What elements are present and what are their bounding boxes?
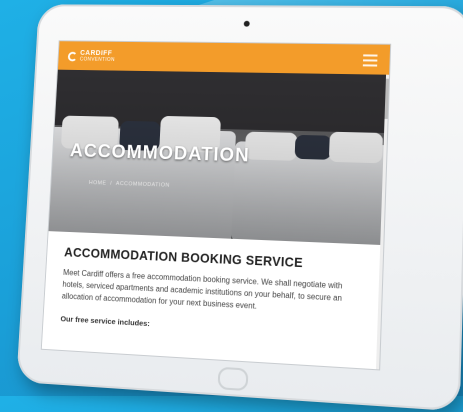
site-logo[interactable]: CARDIFF CONVENTION [67, 50, 116, 63]
logo-mark-icon [67, 51, 78, 61]
scrollbar-thumb[interactable] [384, 78, 389, 119]
breadcrumb-separator: / [110, 180, 113, 187]
main-content: ACCOMMODATION BOOKING SERVICE Meet Cardi… [43, 231, 383, 341]
home-button[interactable] [217, 366, 249, 392]
hero-banner: ACCOMMODATION HOME / ACCOMMODATION [48, 69, 390, 246]
tablet-screen: CARDIFF CONVENTION ACCOMMODATION HOME / [40, 40, 392, 371]
tablet-device: CARDIFF CONVENTION ACCOMMODATION HOME / [16, 4, 463, 412]
intro-paragraph: Meet Cardiff offers a free accommodation… [61, 267, 343, 311]
includes-heading: Our free service includes: [60, 314, 151, 329]
logo-subtitle: CONVENTION [79, 56, 115, 63]
breadcrumb-home-link[interactable]: HOME [89, 180, 107, 186]
hamburger-menu-icon[interactable] [362, 54, 378, 69]
camera-dot [243, 20, 250, 27]
